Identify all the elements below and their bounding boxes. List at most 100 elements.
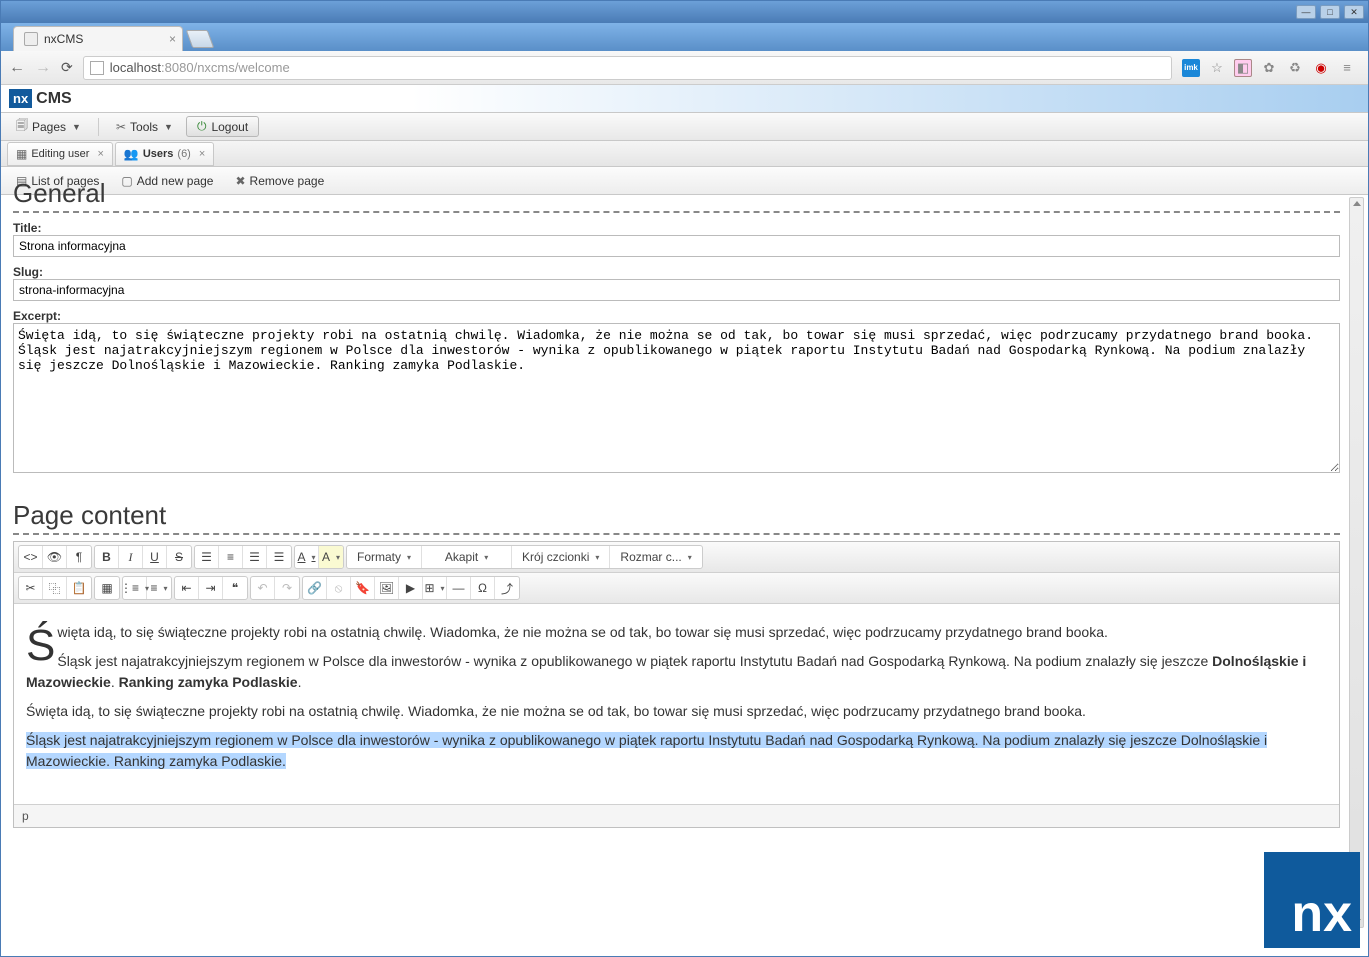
ext-icon-2[interactable]: ◧ <box>1234 59 1252 77</box>
align-center-button[interactable]: ≡ <box>219 546 243 568</box>
recycle-icon[interactable]: ♻ <box>1286 59 1304 77</box>
paragraph-dropdown[interactable]: Akapit▾ <box>422 546 512 568</box>
image-button[interactable]: 🖼 <box>375 577 399 599</box>
unlink-button[interactable]: ⦸ <box>327 577 351 599</box>
tab-title: nxCMS <box>44 32 83 46</box>
tab-close-icon[interactable]: × <box>97 148 103 160</box>
title-label: Title: <box>13 221 1340 235</box>
logout-label: Logout <box>211 120 248 134</box>
copy-button[interactable]: ⿻ <box>43 577 67 599</box>
url-path: /nxcms/welcome <box>194 60 290 75</box>
minimize-button[interactable]: — <box>1296 5 1316 19</box>
preview-button[interactable]: 👁 <box>43 546 67 568</box>
editor-toolbar-1: <> 👁 ¶ B I U S ☰ ≡ ☰ ☰ <box>14 542 1339 573</box>
link-button[interactable]: 🔗 <box>303 577 327 599</box>
upload-button[interactable]: ⤴ <box>495 577 519 599</box>
os-title-bar: — □ ✕ <box>1 1 1368 23</box>
pages-menu-button[interactable]: 🗐 Pages ▼ <box>7 112 90 141</box>
logo-prefix: nx <box>9 89 32 108</box>
paste-button[interactable]: 📋 <box>67 577 91 599</box>
bullet-list-button[interactable]: ⋮≡▾ <box>123 577 147 599</box>
hr-button[interactable]: — <box>447 577 471 599</box>
forward-button[interactable]: → <box>35 59 51 77</box>
menu-icon[interactable]: ≡ <box>1338 59 1356 77</box>
number-list-button[interactable]: ≡▾ <box>147 577 171 599</box>
align-left-button[interactable]: ☰ <box>195 546 219 568</box>
italic-button[interactable]: I <box>119 546 143 568</box>
editor-content[interactable]: Święta idą, to się świąteczne projekty r… <box>14 604 1339 804</box>
align-right-button[interactable]: ☰ <box>243 546 267 568</box>
underline-button[interactable]: U <box>143 546 167 568</box>
back-button[interactable]: ← <box>9 59 25 77</box>
rich-editor: <> 👁 ¶ B I U S ☰ ≡ ☰ ☰ <box>13 541 1340 828</box>
title-input[interactable] <box>13 235 1340 257</box>
remove-format-button[interactable]: ▦ <box>95 577 119 599</box>
page-tabs: ▦ Editing user × 👥 Users (6) × <box>1 141 1368 167</box>
tools-menu-button[interactable]: ✂ Tools ▼ <box>107 116 182 138</box>
main-toolbar: 🗐 Pages ▼ ✂ Tools ▼ ⏻ Logout <box>1 113 1368 141</box>
bg-color-button[interactable]: A▾ <box>319 546 343 568</box>
excerpt-textarea[interactable]: Święta idą, to się świąteczne projekty r… <box>13 323 1340 473</box>
editor-status: p <box>14 804 1339 827</box>
indent-button[interactable]: ⇥ <box>199 577 223 599</box>
close-button[interactable]: ✕ <box>1344 5 1364 19</box>
logo-text: CMS <box>36 90 72 108</box>
size-dropdown[interactable]: Rozmar c...▾ <box>610 546 701 568</box>
align-justify-button[interactable]: ☰ <box>267 546 291 568</box>
formats-dropdown[interactable]: Formaty▾ <box>347 546 422 568</box>
slug-input[interactable] <box>13 279 1340 301</box>
logout-button[interactable]: ⏻ Logout <box>186 116 259 137</box>
chevron-down-icon: ▼ <box>72 122 81 132</box>
gear-icon[interactable]: ✿ <box>1260 59 1278 77</box>
section-title-general: General <box>13 178 1340 213</box>
blockquote-button[interactable]: ❝ <box>223 577 247 599</box>
special-char-button[interactable]: Ω <box>471 577 495 599</box>
browser-tab-active[interactable]: nxCMS × <box>13 26 183 51</box>
content-p2: Śląsk jest najatrakcyjniejszym regionem … <box>26 651 1327 693</box>
outdent-button[interactable]: ⇤ <box>175 577 199 599</box>
content-p4: Śląsk jest najatrakcyjniejszym regionem … <box>26 730 1327 772</box>
url-host: localhost <box>110 60 161 75</box>
editor-toolbar-2: ✂ ⿻ 📋 ▦ ⋮≡▾ ≡▾ ⇤ ⇥ ❝ <box>14 573 1339 604</box>
chevron-down-icon: ▼ <box>164 122 173 132</box>
address-bar: ← → ⟳ localhost:8080/nxcms/welcome imk ☆… <box>1 51 1368 85</box>
anchor-button[interactable]: 🔖 <box>351 577 375 599</box>
text-color-button[interactable]: A▾ <box>295 546 319 568</box>
tab-close-icon[interactable]: × <box>199 148 205 160</box>
ext-icon-1[interactable]: imk <box>1182 59 1200 77</box>
strike-button[interactable]: S <box>167 546 191 568</box>
source-button[interactable]: <> <box>19 546 43 568</box>
page-icon <box>90 61 104 75</box>
reload-button[interactable]: ⟳ <box>61 59 73 76</box>
excerpt-label: Excerpt: <box>13 309 1340 323</box>
users-icon: 👥 <box>124 147 139 161</box>
slug-label: Slug: <box>13 265 1340 279</box>
bold-button[interactable]: B <box>95 546 119 568</box>
favicon-icon <box>24 32 38 46</box>
media-button[interactable]: ▶ <box>399 577 423 599</box>
tab-users[interactable]: 👥 Users (6) × <box>115 142 214 166</box>
tab-editing-user[interactable]: ▦ Editing user × <box>7 142 113 166</box>
tab-close-icon[interactable]: × <box>169 32 176 46</box>
font-dropdown[interactable]: Krój czcionki▾ <box>512 546 610 568</box>
content-p3: Święta idą, to się świąteczne projekty r… <box>26 701 1327 722</box>
cut-button[interactable]: ✂ <box>19 577 43 599</box>
tools-icon: ✂ <box>116 120 126 134</box>
maximize-button[interactable]: □ <box>1320 5 1340 19</box>
browser-tab-strip: nxCMS × <box>1 23 1368 51</box>
tab-label: Users <box>143 148 174 160</box>
content-p1: Święta idą, to się świąteczne projekty r… <box>26 622 1327 643</box>
url-port: :8080 <box>161 60 194 75</box>
form-icon: ▦ <box>16 147 27 161</box>
new-tab-button[interactable] <box>186 30 215 48</box>
undo-button[interactable]: ↶ <box>251 577 275 599</box>
tab-count: (6) <box>177 148 190 160</box>
stop-icon[interactable]: ◉ <box>1312 59 1330 77</box>
scrollbar[interactable] <box>1349 197 1364 928</box>
table-button[interactable]: ⊞▾ <box>423 577 447 599</box>
pilcrow-button[interactable]: ¶ <box>67 546 91 568</box>
redo-button[interactable]: ↷ <box>275 577 299 599</box>
star-icon[interactable]: ☆ <box>1208 59 1226 77</box>
url-input[interactable]: localhost:8080/nxcms/welcome <box>83 56 1172 80</box>
pages-icon: 🗐 <box>16 116 28 137</box>
